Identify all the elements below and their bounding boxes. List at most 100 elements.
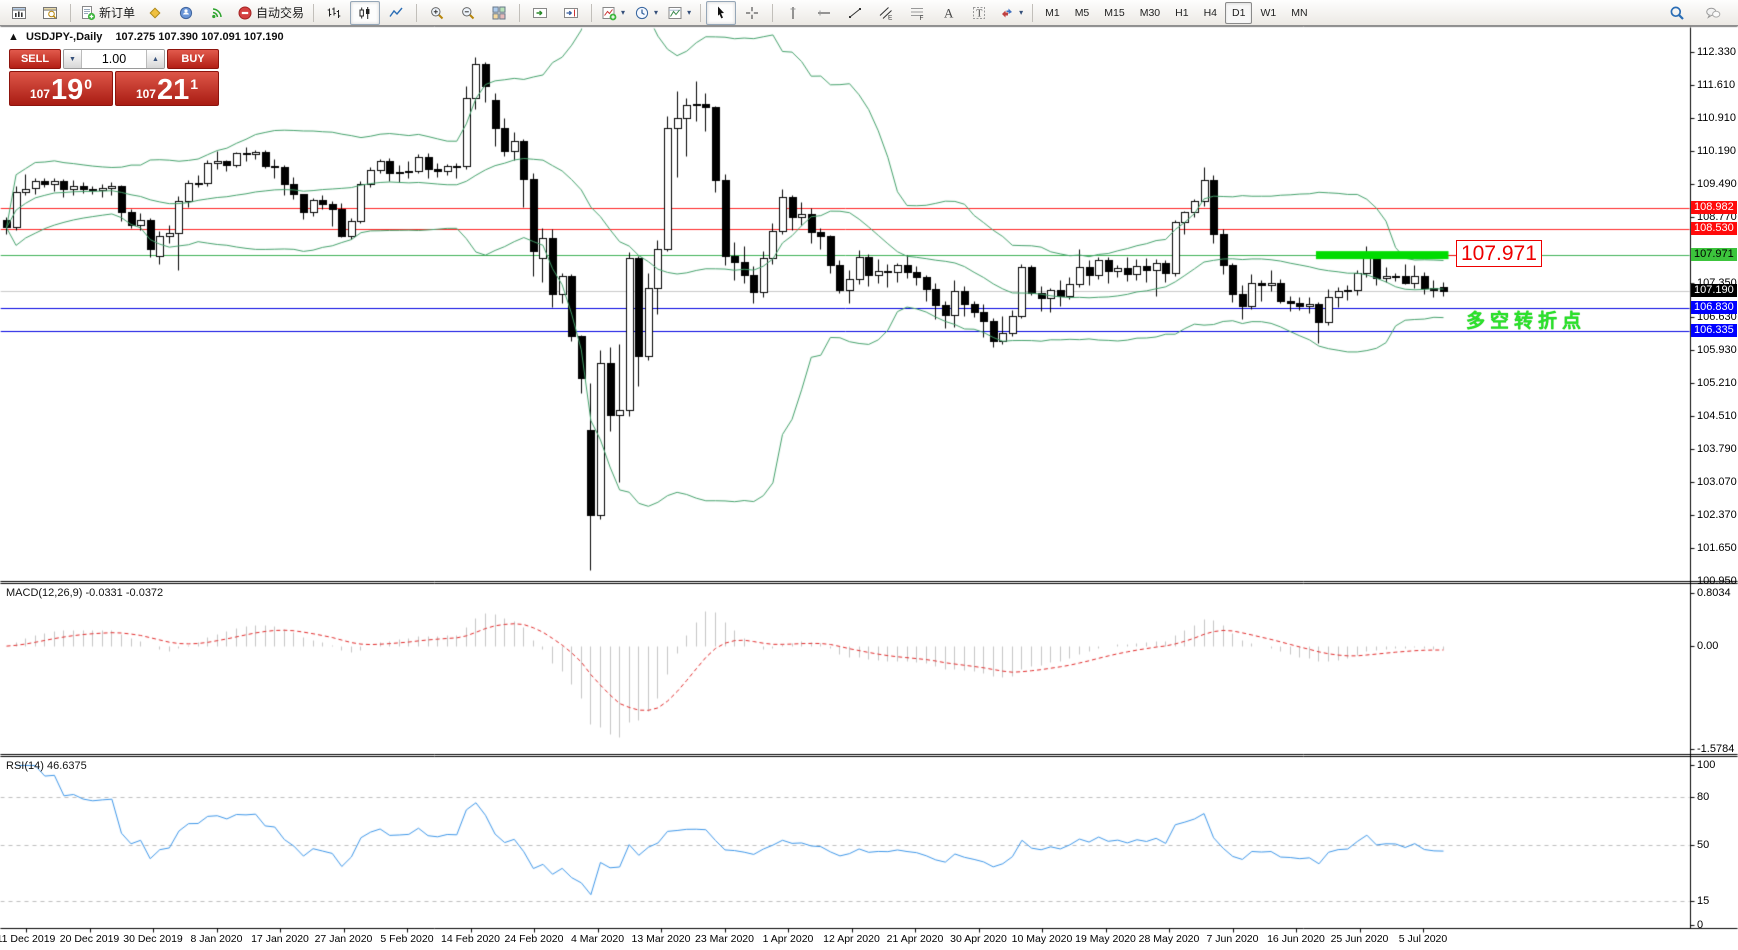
buy-price-pip: 1 — [190, 76, 198, 92]
price-chart-canvas[interactable] — [0, 0, 1738, 950]
search-button[interactable] — [1662, 1, 1692, 25]
new-order-button[interactable]: 新订单 — [76, 1, 139, 25]
tile-windows-button[interactable] — [484, 1, 514, 25]
timeframe-h4[interactable]: H4 — [1197, 2, 1224, 24]
chart-shift-button[interactable] — [556, 1, 586, 25]
date-axis-label: 12 Apr 2020 — [823, 933, 880, 945]
metaeditor-button[interactable] — [140, 1, 170, 25]
rsi-scale-tick: 15 — [1697, 896, 1709, 907]
timeframe-h1[interactable]: H1 — [1168, 2, 1195, 24]
chart-window-icon — [11, 5, 27, 21]
level-price-label[interactable]: 106.335 — [1691, 324, 1737, 337]
autotrading-button[interactable]: 自动交易 — [233, 1, 308, 25]
chevron-down-icon: ▾ — [654, 8, 658, 17]
date-axis-label: 30 Dec 2019 — [123, 933, 183, 945]
signals-button[interactable] — [202, 1, 232, 25]
price-axis-tick: 111.610 — [1697, 80, 1735, 91]
rsi-scale-tick: 0 — [1697, 920, 1703, 931]
text-button[interactable]: A — [933, 1, 963, 25]
autoscroll-icon — [532, 5, 548, 21]
price-callout-label[interactable]: 107.971 — [1456, 240, 1542, 267]
price-axis-tick: 110.910 — [1697, 113, 1736, 124]
terminal-icon — [178, 5, 194, 21]
toolbar-separator — [772, 4, 773, 22]
channel-icon: E — [878, 5, 894, 21]
sell-price-handle: 107 — [30, 87, 50, 101]
toolbar-separator — [519, 4, 520, 22]
timeframe-d1[interactable]: D1 — [1225, 2, 1252, 24]
search-icon — [1669, 5, 1685, 21]
macd-scale-zero: 0.00 — [1697, 641, 1718, 652]
price-axis-tick: 103.790 — [1697, 444, 1737, 455]
terminal-button[interactable] — [171, 1, 201, 25]
channel-button[interactable]: E — [871, 1, 901, 25]
zoom-out-button[interactable] — [453, 1, 483, 25]
svg-text:E: E — [888, 14, 893, 21]
candles-icon — [357, 5, 373, 21]
buy-price-box[interactable]: 107 21 1 — [115, 71, 219, 106]
line-chart-button[interactable] — [381, 1, 411, 25]
date-axis-label: 8 Jan 2020 — [191, 933, 243, 945]
templates-button[interactable]: ▾ — [663, 1, 695, 25]
text-a-icon: A — [940, 5, 956, 21]
vline-button[interactable] — [778, 1, 808, 25]
toolbar: 新订单 自动交易 ▾ ▾ ▾ E FA T ▾ M1M5M15M30H1H4D1W1MN — [0, 0, 1738, 26]
label-button[interactable]: T — [964, 1, 994, 25]
text-t-icon: T — [971, 5, 987, 21]
timeframe-m15[interactable]: M15 — [1097, 2, 1131, 24]
chart-title: ▲ USDJPY-,Daily 107.275 107.390 107.091 … — [8, 31, 284, 43]
price-axis-tick: 112.330 — [1697, 47, 1736, 58]
trendline-button[interactable] — [840, 1, 870, 25]
date-axis-label: 30 Apr 2020 — [950, 933, 1007, 945]
chartshift-icon — [563, 5, 579, 21]
timeframe-m5[interactable]: M5 — [1068, 2, 1097, 24]
indicators-button[interactable]: ▾ — [597, 1, 629, 25]
sell-price-pip: 0 — [84, 76, 92, 92]
level-price-label[interactable]: 106.830 — [1691, 301, 1737, 314]
timeframe-m30[interactable]: M30 — [1133, 2, 1167, 24]
toolbar-separator — [591, 4, 592, 22]
volume-up-button[interactable]: ▲ — [146, 50, 164, 68]
rsi-scale-tick: 50 — [1697, 840, 1709, 851]
hline-button[interactable] — [809, 1, 839, 25]
profiles-button[interactable] — [35, 1, 65, 25]
fibonacci-button[interactable]: F — [902, 1, 932, 25]
sell-button[interactable]: SELL — [9, 49, 61, 69]
arrows-button[interactable]: ▾ — [995, 1, 1027, 25]
date-axis-label: 28 May 2020 — [1139, 933, 1200, 945]
signals-icon — [209, 5, 225, 21]
svg-text:T: T — [976, 8, 982, 19]
price-axis-tick: 103.070 — [1697, 477, 1737, 488]
vline-icon — [785, 5, 801, 21]
profiles-icon — [42, 5, 58, 21]
crosshair-button[interactable] — [737, 1, 767, 25]
timeframe-m1[interactable]: M1 — [1038, 2, 1067, 24]
cursor-button[interactable] — [706, 1, 736, 25]
rsi-scale-tick: 80 — [1697, 792, 1709, 803]
level-price-label[interactable]: 107.971 — [1691, 248, 1737, 261]
zoom-in-button[interactable] — [422, 1, 452, 25]
volume-input[interactable]: 1.00 — [82, 50, 146, 68]
date-axis-label: 21 Apr 2020 — [887, 933, 944, 945]
chevron-down-icon: ▾ — [621, 8, 625, 17]
annotation-note[interactable]: 多空转折点 — [1466, 306, 1586, 333]
timeframe-mn[interactable]: MN — [1284, 2, 1314, 24]
collapse-icon[interactable]: ▲ — [8, 31, 19, 43]
sell-price-big: 19 — [51, 76, 83, 105]
date-axis-label: 19 May 2020 — [1075, 933, 1136, 945]
level-price-label[interactable]: 108.530 — [1691, 222, 1737, 235]
chat-button[interactable] — [1698, 1, 1728, 25]
buy-price-big: 21 — [157, 76, 189, 105]
buy-button[interactable]: BUY — [167, 49, 219, 69]
chart-window-button[interactable] — [4, 1, 34, 25]
candle-chart-button[interactable] — [350, 1, 380, 25]
periods-button[interactable]: ▾ — [630, 1, 662, 25]
volume-down-button[interactable]: ▼ — [64, 50, 82, 68]
date-axis-label: 4 Mar 2020 — [571, 933, 624, 945]
auto-scroll-button[interactable] — [525, 1, 555, 25]
sell-price-box[interactable]: 107 19 0 — [9, 71, 113, 106]
zoom-out-icon — [460, 5, 476, 21]
timeframe-w1[interactable]: W1 — [1253, 2, 1283, 24]
level-price-label[interactable]: 108.982 — [1691, 201, 1737, 214]
bar-chart-button[interactable] — [319, 1, 349, 25]
